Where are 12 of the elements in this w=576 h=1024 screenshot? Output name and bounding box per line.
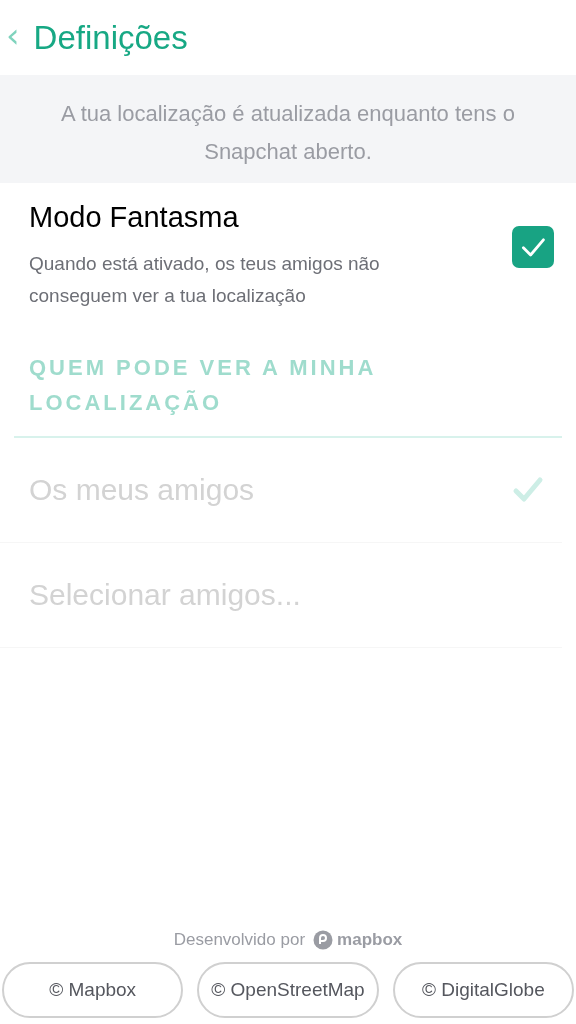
setting-label: Modo Fantasma [29, 201, 240, 234]
logo-icon [313, 930, 334, 950]
logo-text: mapbox [337, 930, 403, 950]
checkbox[interactable] [512, 225, 554, 268]
info-banner: A tua localização é atualizada enquanto tens o Snapchat aberto. [0, 75, 576, 183]
section-header: QUEM PODE VER A MINHA LOCALIZAÇÃO [28, 354, 377, 417]
attribution-button[interactable]: © OpenStreetMap [197, 962, 379, 1018]
setting-description: Quando está ativado, os teus amigos não conseguem ver a tua localização [29, 252, 381, 308]
attribution-button[interactable]: © Mapbox [2, 962, 184, 1018]
page-title: Definições [33, 18, 188, 57]
attribution-button[interactable]: © DigitalGlobe [392, 962, 574, 1018]
powered-by-text: Desenvolvido por [173, 930, 306, 950]
